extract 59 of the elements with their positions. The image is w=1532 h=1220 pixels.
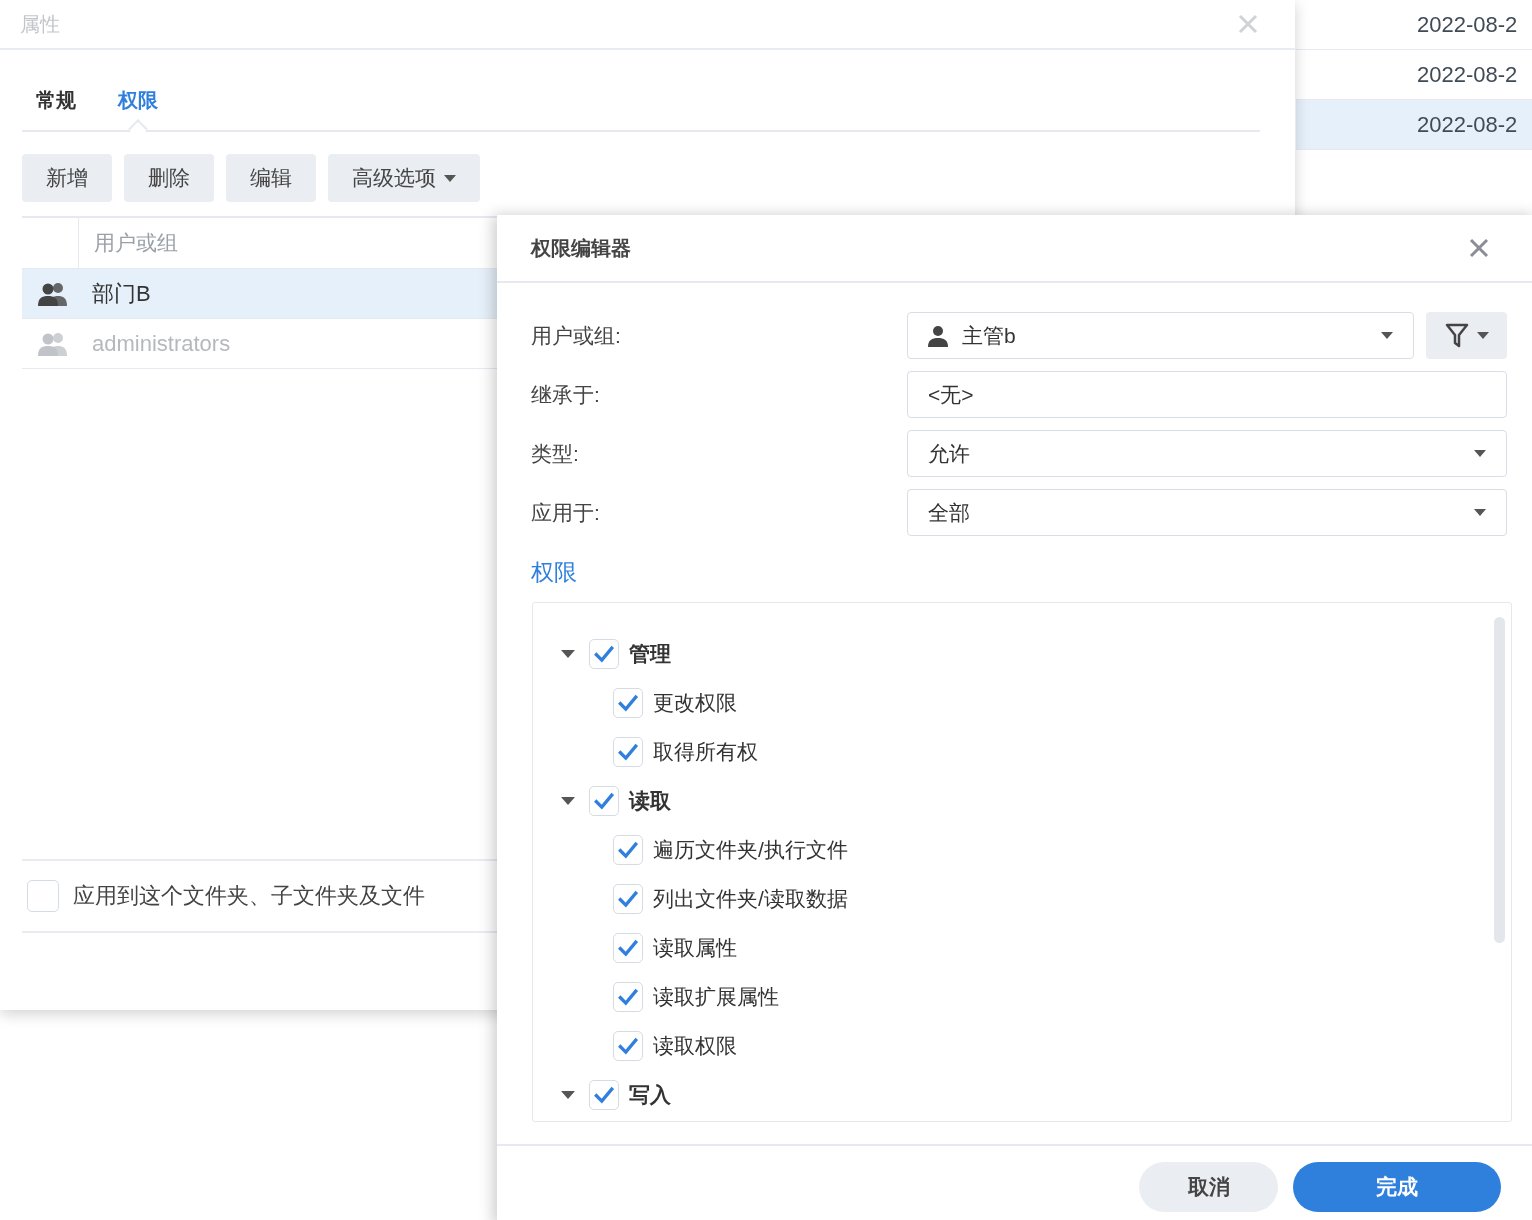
permission-label: 管理 (629, 640, 671, 667)
checkbox[interactable] (613, 932, 643, 963)
checkbox[interactable] (589, 1079, 619, 1110)
checkbox[interactable] (613, 736, 643, 767)
checkbox[interactable] (613, 981, 643, 1012)
permission-label: 读取属性 (653, 934, 737, 961)
table-cell-text: 部门B (92, 279, 151, 308)
permission-label: 读取扩展属性 (653, 983, 779, 1010)
inherit-field[interactable]: <无> (907, 371, 1507, 418)
column-header: 用户或组 (93, 230, 178, 256)
checkbox[interactable] (613, 883, 643, 914)
caret-icon[interactable] (561, 796, 575, 805)
table-cell: administrators (92, 330, 231, 357)
group-icon (37, 281, 69, 306)
scrollbar[interactable] (1494, 617, 1505, 943)
caret-icon (444, 174, 456, 182)
caret-icon[interactable] (561, 649, 575, 658)
toolbar-button[interactable]: 编辑 (226, 154, 316, 202)
user-icon (928, 324, 948, 347)
checkbox[interactable] (589, 785, 619, 816)
dialog-title: 权限编辑器 (531, 235, 631, 261)
done-button[interactable]: 完成 (1293, 1162, 1501, 1212)
caret-icon (1476, 332, 1489, 339)
filter-icon (1444, 322, 1469, 349)
permission-label: 更改权限 (653, 689, 737, 716)
field-label: 用户或组: (531, 322, 622, 349)
field-label: 应用于: (531, 499, 601, 526)
permission-label: 写入 (629, 1081, 671, 1108)
close-icon[interactable] (1468, 237, 1490, 259)
checkbox-label: 应用到这个文件夹、子文件夹及文件 (73, 882, 425, 910)
caret-icon (1474, 450, 1486, 457)
group-icon (37, 331, 69, 356)
window-title: 属性 (20, 11, 60, 37)
toolbar-button[interactable]: 新增 (22, 154, 112, 202)
checkbox[interactable] (589, 638, 619, 669)
cancel-button[interactable]: 取消 (1139, 1162, 1278, 1212)
section-title: 权限 (531, 558, 578, 587)
toolbar-button[interactable]: 高级选项 (328, 154, 480, 202)
tab[interactable]: 常规 (36, 72, 76, 128)
permission-label: 取得所有权 (653, 738, 758, 765)
checkbox[interactable] (613, 834, 643, 865)
user-select[interactable]: 主管b (907, 312, 1414, 359)
permission-label: 读取权限 (653, 1032, 737, 1059)
checkbox[interactable] (613, 1030, 643, 1061)
toolbar-button[interactable]: 删除 (124, 154, 214, 202)
permission-label: 读取 (629, 787, 671, 814)
select-field[interactable]: 全部 (907, 489, 1507, 536)
checkbox[interactable] (27, 880, 59, 912)
permission-label: 列出文件夹/读取数据 (653, 885, 848, 912)
caret-icon[interactable] (561, 1090, 575, 1099)
permission-label: 遍历文件夹/执行文件 (653, 836, 848, 863)
caret-icon (1474, 509, 1486, 516)
checkbox[interactable] (613, 687, 643, 718)
field-label: 继承于: (531, 381, 601, 408)
filter-button[interactable] (1426, 312, 1507, 359)
field-label: 类型: (531, 440, 580, 467)
select-field[interactable]: 允许 (907, 430, 1507, 477)
date-cell: 2022-08-2 (1296, 100, 1532, 150)
caret-icon (1381, 332, 1393, 339)
